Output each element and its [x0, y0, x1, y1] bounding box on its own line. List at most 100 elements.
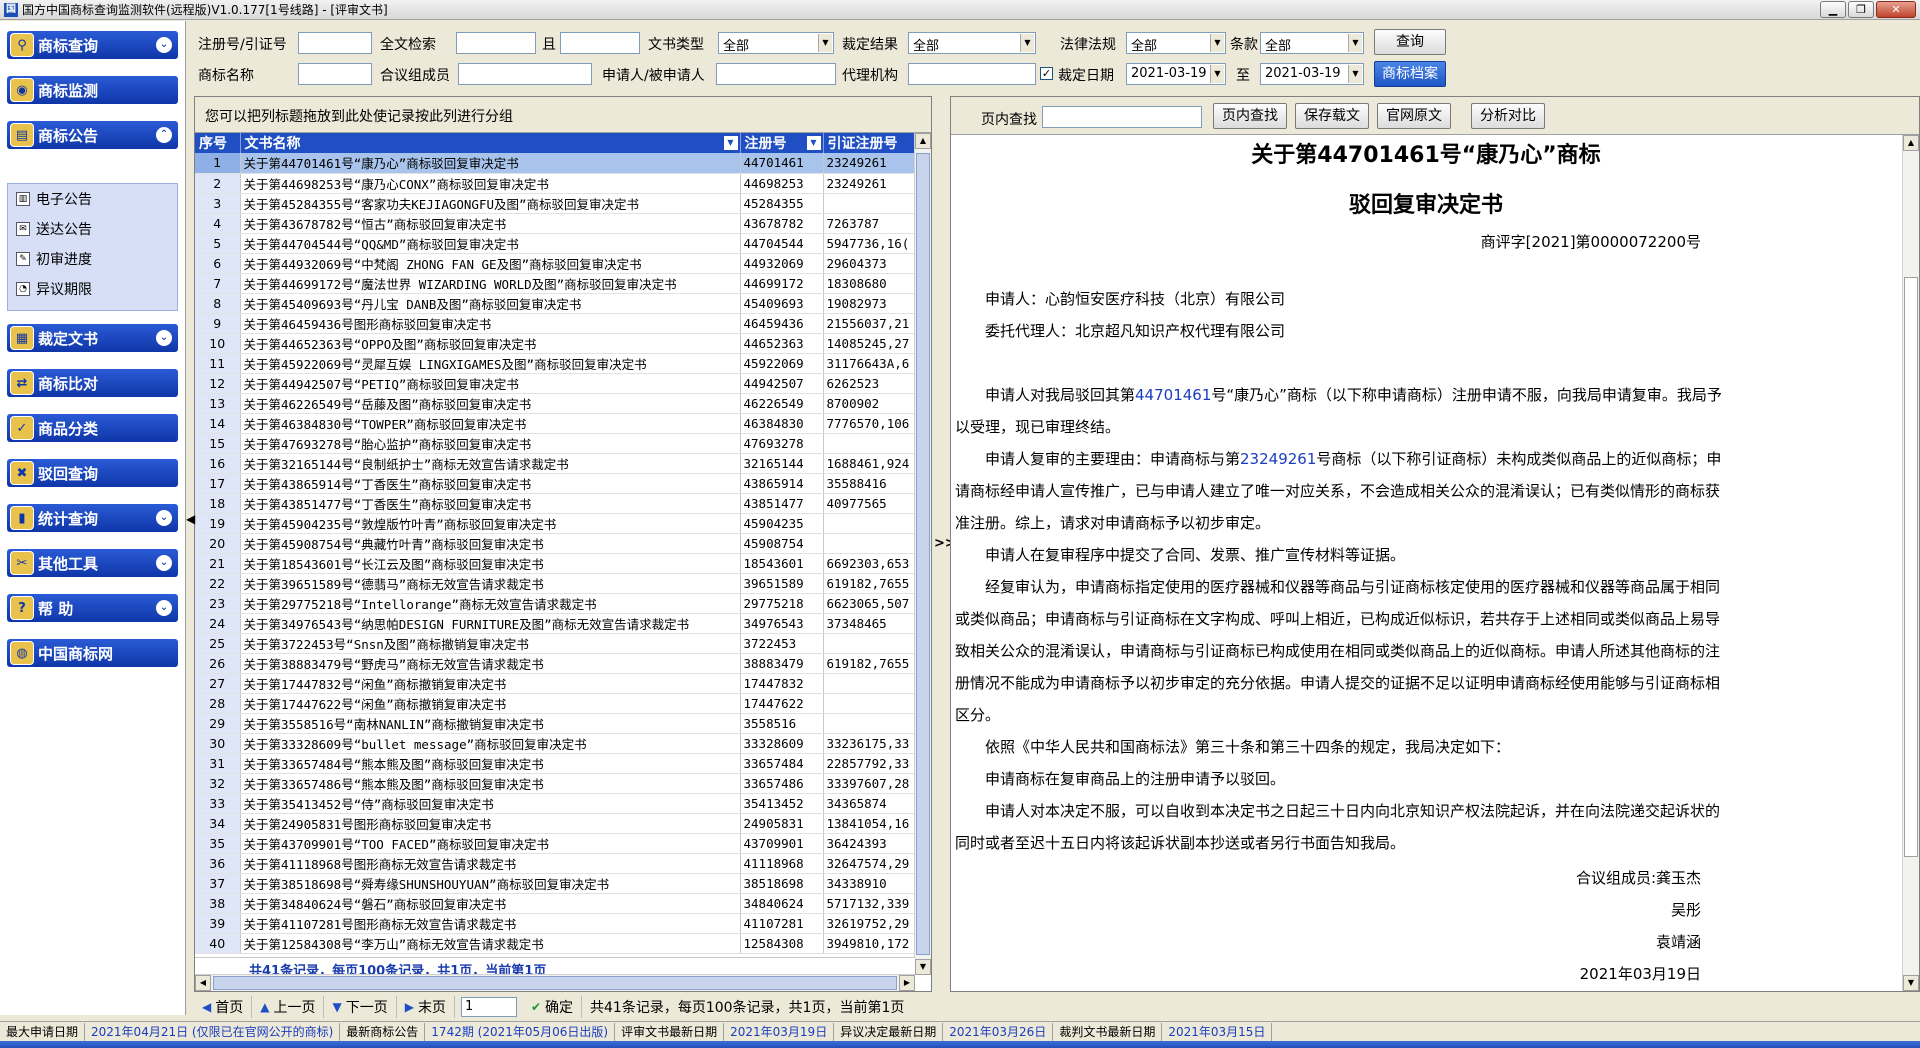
table-row[interactable]: 21 关于第18543601号“长江云及图”商标驳回复审决定书 18543601 66…: [195, 553, 915, 574]
nav-statistics[interactable]: ▮ 统计查询 ⌄: [7, 504, 178, 532]
table-row[interactable]: 28 关于第17447622号“闲鱼”商标撤销复审决定书 17447622: [195, 693, 915, 714]
col-header-reg-no[interactable]: 注册号 ▼: [740, 133, 824, 153]
sub-item-delivery[interactable]: ✉ 送达公告: [8, 214, 177, 244]
filter-dropdown-icon[interactable]: ▼: [723, 136, 738, 150]
scroll-up-icon[interactable]: ▲: [1903, 135, 1919, 151]
doc-type-select[interactable]: 全部 ▼: [718, 32, 834, 54]
archive-button[interactable]: 商标档案: [1374, 61, 1446, 87]
table-row[interactable]: 37 关于第38518698号“舜寿缘SHUNSHOUYUAN”商标驳回复审决定书…: [195, 873, 915, 894]
table-row[interactable]: 38 关于第34840624号“磐石”商标驳回复审决定书 34840624 57171…: [195, 893, 915, 914]
chevron-down-icon[interactable]: ⌄: [156, 37, 172, 53]
date-from-picker[interactable]: 2021-03-19 ▼: [1126, 63, 1226, 85]
table-row[interactable]: 25 关于第3722453号“Snsn及图”商标撤销复审决定书 3722453: [195, 633, 915, 654]
find-button[interactable]: 页内查找: [1213, 103, 1287, 129]
scroll-right-icon[interactable]: ▶: [899, 975, 915, 991]
scroll-thumb[interactable]: [916, 153, 930, 955]
reg-no-input[interactable]: [298, 32, 372, 54]
table-row[interactable]: 20 关于第45908754号“典藏竹叶青”商标驳回复审决定书 45908754: [195, 533, 915, 554]
restore-button[interactable]: ❐: [1848, 1, 1874, 18]
document-vertical-scrollbar[interactable]: ▲ ▼: [1902, 135, 1919, 991]
col-header-index[interactable]: 序号: [195, 133, 241, 153]
scroll-thumb[interactable]: [213, 976, 897, 990]
table-row[interactable]: 13 关于第46226549号“岳藤及图”商标驳回复审决定书 46226549 870…: [195, 393, 915, 414]
table-row[interactable]: 23 关于第29775218号“Intellorange”商标无效宣告请求裁定书 2…: [195, 593, 915, 614]
date-checkbox[interactable]: ✓: [1040, 67, 1053, 80]
result-select[interactable]: 全部 ▼: [908, 32, 1036, 54]
nav-reject-search[interactable]: ✖ 驳回查询: [7, 459, 178, 487]
nav-other-tools[interactable]: ✂ 其他工具 ⌄: [7, 549, 178, 577]
applicant-input[interactable]: [716, 63, 836, 85]
table-row[interactable]: 7 关于第44699172号“魔法世界 WIZARDING WORLD及图”商标驳…: [195, 273, 915, 294]
tm-name-input[interactable]: [298, 63, 372, 85]
page-number-input[interactable]: 1: [460, 997, 517, 1017]
chevron-down-icon[interactable]: ⌄: [156, 510, 172, 526]
fulltext-input[interactable]: [456, 32, 536, 54]
article-select[interactable]: 全部 ▼: [1260, 32, 1364, 54]
nav-trademark-search[interactable]: ⚲ 商标查询 ⌄: [7, 31, 178, 59]
table-row[interactable]: 40 关于第12584308号“李万山”商标无效宣告请求裁定书 12584308 39…: [195, 933, 915, 954]
law-select[interactable]: 全部 ▼: [1126, 32, 1226, 54]
table-row[interactable]: 8 关于第45409693号“丹儿宝 DANB及图”商标驳回复审决定书 454096…: [195, 293, 915, 314]
table-row[interactable]: 39 关于第41107281号图形商标无效宣告请求裁定书 41107281 32619…: [195, 913, 915, 934]
nav-ruling-documents[interactable]: ▦ 裁定文书 ⌄: [7, 324, 178, 352]
table-row[interactable]: 35 关于第43709901号“TOO FACED”商标驳回复审决定书 437099…: [195, 833, 915, 854]
table-row[interactable]: 3 关于第45284355号“客家功夫KEJIAGONGFU及图”商标驳回复审决定…: [195, 193, 915, 214]
last-page-button[interactable]: ▶ 末页: [397, 996, 455, 1018]
table-row[interactable]: 14 关于第46384830号“TOWPER”商标驳回复审决定书 46384830 7…: [195, 413, 915, 434]
chevron-down-icon[interactable]: ⌄: [156, 600, 172, 616]
nav-trademark-compare[interactable]: ⇄ 商标比对: [7, 369, 178, 397]
first-page-button[interactable]: ◀ 首页: [194, 996, 253, 1018]
sub-item-deadline[interactable]: ◔ 异议期限: [8, 274, 177, 304]
panel-splitter[interactable]: >>: [932, 96, 956, 992]
scroll-left-icon[interactable]: ◀: [195, 975, 211, 991]
chevron-up-icon[interactable]: ⌃: [156, 127, 172, 143]
table-row[interactable]: 22 关于第39651589号“德翡马”商标无效宣告请求裁定书 39651589 61…: [195, 573, 915, 594]
table-row[interactable]: 4 关于第43678782号“恒古”商标驳回复审决定书 43678782 726378…: [195, 213, 915, 234]
table-row[interactable]: 26 关于第38883479号“野虎马”商标无效宣告请求裁定书 38883479 61…: [195, 653, 915, 674]
scroll-down-icon[interactable]: ▼: [915, 959, 931, 975]
cited-no-link[interactable]: 23249261: [1240, 450, 1316, 468]
scroll-up-icon[interactable]: ▲: [915, 133, 931, 149]
table-row[interactable]: 5 关于第44704544号“QQ&MD”商标驳回复审决定书 44704544 594…: [195, 233, 915, 254]
nav-goods-category[interactable]: ✓ 商品分类: [7, 414, 178, 442]
date-to-picker[interactable]: 2021-03-19 ▼: [1260, 63, 1364, 85]
chevron-down-icon[interactable]: ⌄: [156, 330, 172, 346]
col-header-cited-no[interactable]: 引证注册号: [823, 133, 915, 153]
next-page-button[interactable]: ▼ 下一页: [324, 996, 397, 1018]
nav-help[interactable]: ? 帮 助 ⌄: [7, 594, 178, 622]
table-row[interactable]: 16 关于第32165144号“良制纸护士”商标无效宣告请求裁定书 32165144…: [195, 453, 915, 474]
fulltext-input-2[interactable]: [560, 32, 640, 54]
table-row[interactable]: 19 关于第45904235号“敦煌版竹叶青”商标驳回复审决定书 45904235: [195, 513, 915, 534]
sub-item-progress[interactable]: ✎ 初审进度: [8, 244, 177, 274]
table-row[interactable]: 10 关于第44652363号“OPPO及图”商标驳回复审决定书 44652363 1…: [195, 333, 915, 354]
table-row[interactable]: 34 关于第24905831号图形商标驳回复审决定书 24905831 1384105…: [195, 813, 915, 834]
table-row[interactable]: 15 关于第47693278号“胎心监护”商标驳回复审决定书 47693278: [195, 433, 915, 454]
scroll-down-icon[interactable]: ▼: [1903, 975, 1919, 991]
table-row[interactable]: 27 关于第17447832号“闲鱼”商标撤销复审决定书 17447832: [195, 673, 915, 694]
table-row[interactable]: 2 关于第44698253号“康乃心CONX”商标驳回复审决定书 44698253 2…: [195, 173, 915, 194]
nav-trademark-announcement[interactable]: ▤ 商标公告 ⌃: [7, 121, 178, 149]
filter-dropdown-icon[interactable]: ▼: [806, 136, 821, 150]
chevron-down-icon[interactable]: ⌄: [156, 555, 172, 571]
table-row[interactable]: 1 关于第44701461号“康乃心”商标驳回复审决定书 44701461 23249…: [195, 153, 915, 174]
analysis-compare-button[interactable]: 分析对比: [1471, 103, 1545, 129]
table-row[interactable]: 31 关于第33657484号“熊本熊及图”商标驳回复审决定书 33657484 22…: [195, 753, 915, 774]
collapse-sidebar-icon[interactable]: ◀: [186, 512, 195, 526]
table-row[interactable]: 36 关于第41118968号图形商标无效宣告请求裁定书 41118968 32647…: [195, 853, 915, 874]
table-horizontal-scrollbar[interactable]: ◀ ▶: [195, 974, 915, 991]
table-vertical-scrollbar[interactable]: ▲ ▼: [914, 133, 931, 975]
prev-page-button[interactable]: ▲ 上一页: [252, 996, 325, 1018]
nav-trademark-monitor[interactable]: ◉ 商标监测: [7, 76, 178, 104]
table-row[interactable]: 30 关于第33328609号“bullet message”商标驳回复审决定书 3…: [195, 733, 915, 754]
reg-no-link[interactable]: 44701461: [1135, 386, 1211, 404]
table-row[interactable]: 12 关于第44942507号“PETIQ”商标驳回复审决定书 44942507 62…: [195, 373, 915, 394]
table-row[interactable]: 33 关于第35413452号“侍”商标驳回复审决定书 35413452 343658…: [195, 793, 915, 814]
table-row[interactable]: 29 关于第3558516号“南林NANLIN”商标撤销复审决定书 3558516: [195, 713, 915, 734]
official-original-button[interactable]: 官网原文: [1377, 103, 1451, 129]
search-button[interactable]: 查询: [1374, 29, 1446, 55]
table-row[interactable]: 11 关于第45922069号“灵犀互娱 LINGXIGAMES及图”商标驳回复审…: [195, 353, 915, 374]
find-input[interactable]: [1042, 106, 1202, 128]
table-row[interactable]: 24 关于第34976543号“纳思帕DESIGN FURNITURE及图”商标无…: [195, 613, 915, 634]
table-row[interactable]: 32 关于第33657486号“熊本熊及图”商标驳回复审决定书 33657486 33…: [195, 773, 915, 794]
panel-input[interactable]: [458, 63, 592, 85]
